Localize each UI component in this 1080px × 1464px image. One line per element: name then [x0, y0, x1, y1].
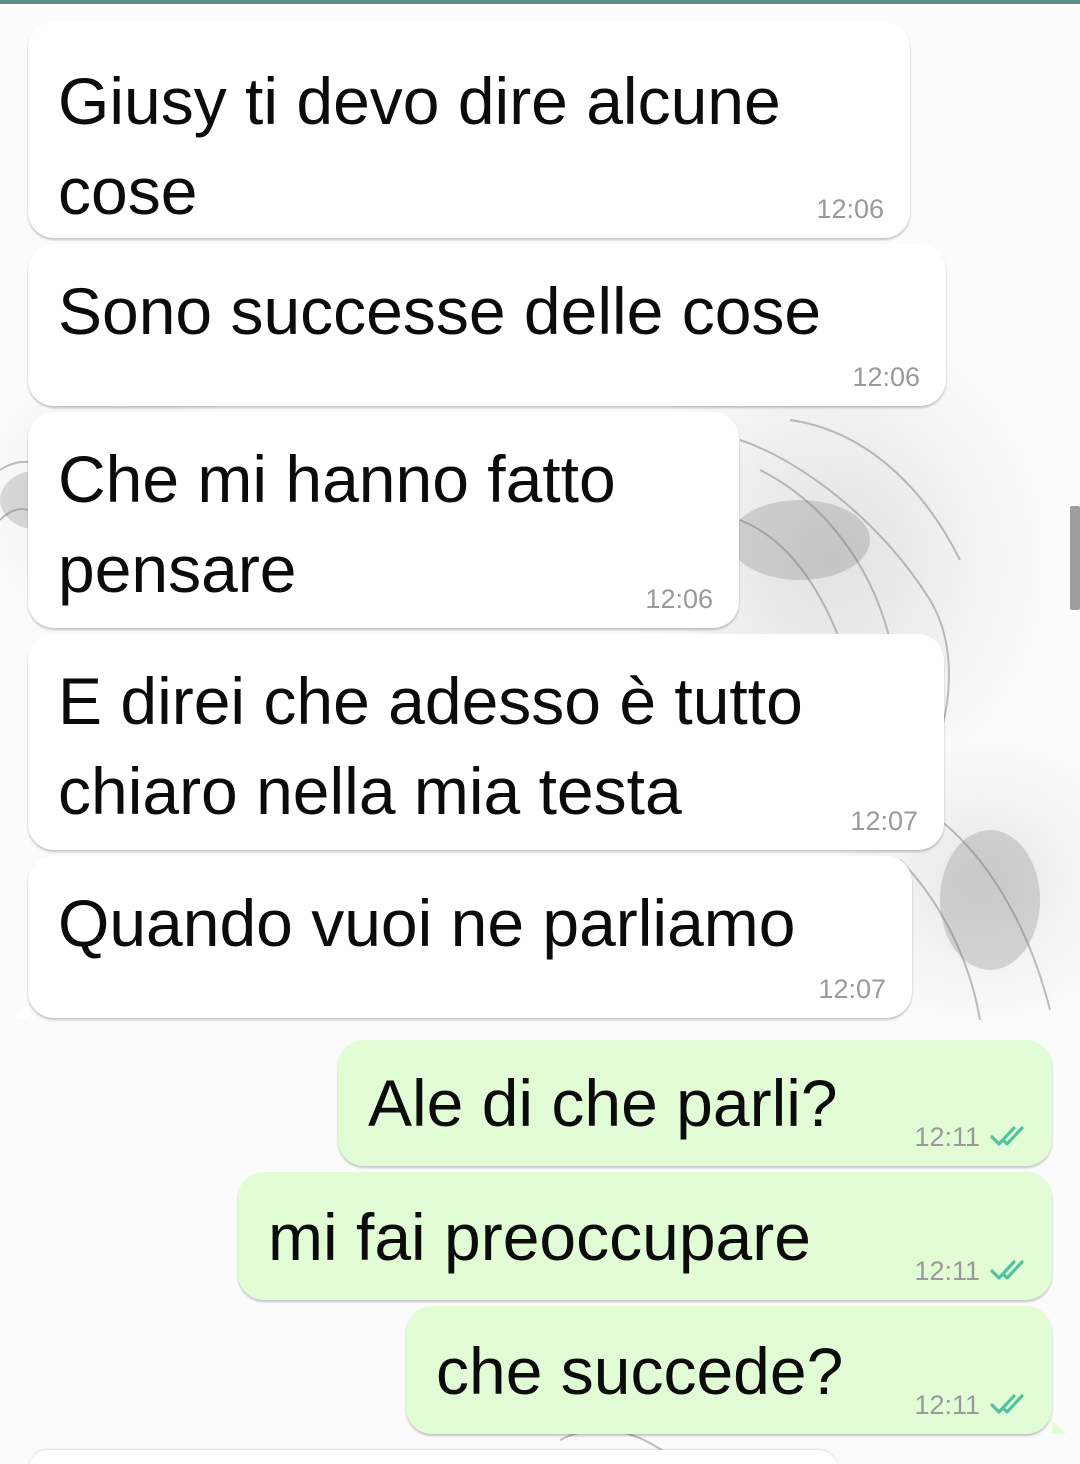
message-bubble-outgoing[interactable]: Ale di che parli? 12:11: [338, 1040, 1052, 1166]
message-text: Giusy ti devo dire alcune cose: [58, 64, 781, 228]
message-time: 12:06: [645, 584, 713, 614]
double-check-icon: [990, 1392, 1036, 1416]
scrollbar[interactable]: [1070, 506, 1080, 610]
message-time: 12:11: [914, 1256, 980, 1286]
message-text: mi fai preoccupare: [268, 1200, 811, 1274]
message-bubble-incoming[interactable]: E direi che adesso è tutto chiaro nella …: [28, 634, 944, 850]
message-text: Che mi hanno fatto pensare: [58, 442, 616, 606]
message-text: che succede?: [436, 1334, 844, 1408]
message-bubble-incoming[interactable]: Giusy ti devo dire alcune cose 12:06: [28, 22, 910, 238]
message-time: 12:07: [818, 974, 886, 1004]
message-bubble-incoming[interactable]: Che mi hanno fatto pensare 12:06: [28, 412, 739, 628]
double-check-icon: [990, 1258, 1036, 1282]
message-text: Quando vuoi ne parliamo: [58, 886, 796, 960]
message-time: 12:11: [914, 1390, 980, 1420]
message-text: Ale di che parli?: [368, 1066, 838, 1140]
chat-area[interactable]: Giusy ti devo dire alcune cose 12:06 Son…: [0, 0, 1080, 1464]
message-bubble-partial[interactable]: [28, 1450, 838, 1464]
message-text: Sono successe delle cose: [58, 274, 822, 348]
message-text: E direi che adesso è tutto chiaro nella …: [58, 664, 803, 828]
message-bubble-outgoing[interactable]: mi fai preoccupare 12:11: [238, 1172, 1052, 1300]
message-bubble-outgoing[interactable]: che succede? 12:11: [406, 1306, 1066, 1434]
message-time: 12:06: [852, 362, 920, 392]
message-time: 12:11: [914, 1122, 980, 1152]
bubble-tail: [1052, 1420, 1066, 1434]
bubble-tail: [14, 1004, 28, 1018]
double-check-icon: [990, 1124, 1036, 1148]
message-bubble-incoming[interactable]: Quando vuoi ne parliamo 12:07: [14, 856, 912, 1018]
message-time: 12:06: [816, 194, 884, 224]
message-time: 12:07: [850, 806, 918, 836]
message-bubble-incoming[interactable]: Sono successe delle cose 12:06: [28, 244, 946, 406]
